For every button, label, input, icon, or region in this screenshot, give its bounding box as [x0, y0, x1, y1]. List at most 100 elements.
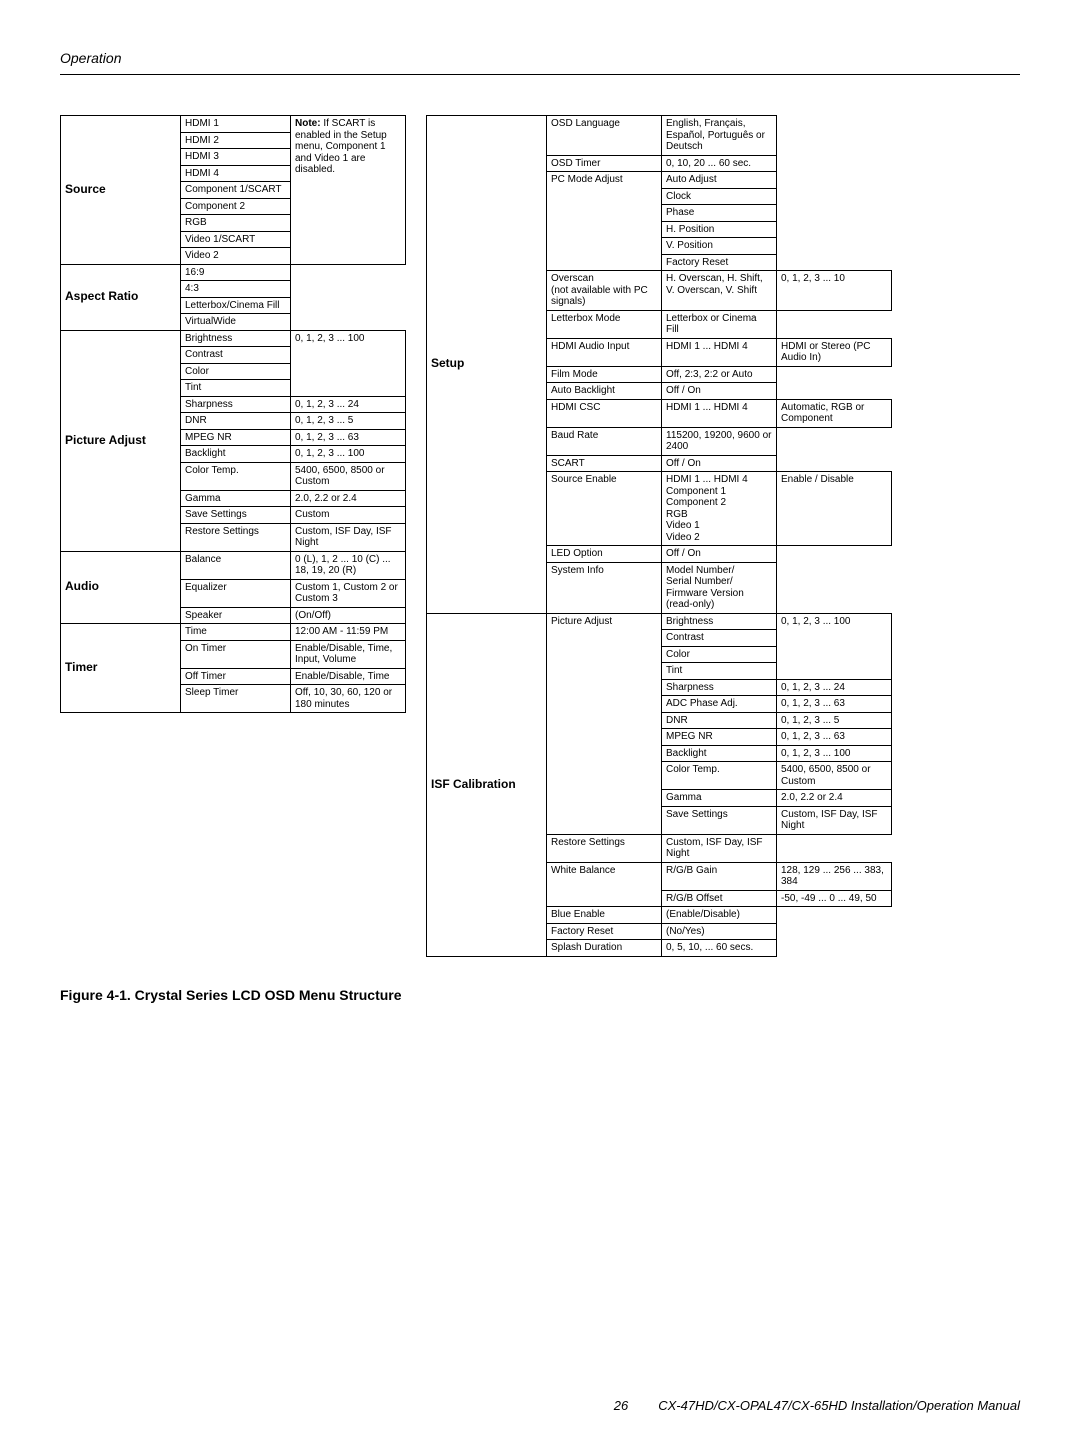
item-cell: Sharpness	[181, 396, 291, 413]
value-cell: Enable/Disable, Time, Input, Volume	[291, 640, 406, 668]
item-cell: Equalizer	[181, 579, 291, 607]
value-cell: (Enable/Disable)	[662, 907, 777, 924]
value-cell: Off, 10, 30, 60, 120 or 180 minutes	[291, 685, 406, 713]
table-row: TimerTime12:00 AM - 11:59 PM	[61, 624, 406, 641]
left-table: SourceHDMI 1Note: If SCART is enabled in…	[60, 115, 406, 713]
item-cell: Splash Duration	[547, 940, 662, 957]
value-cell: Off / On	[662, 455, 777, 472]
value-cell: Sharpness	[662, 679, 777, 696]
item-cell: HDMI 1	[181, 116, 291, 133]
value-cell: Brightness	[662, 613, 777, 630]
item-cell: Auto Backlight	[547, 383, 662, 400]
category-cell: Audio	[61, 551, 181, 624]
value-cell: Off / On	[662, 546, 777, 563]
value-cell: (On/Off)	[291, 607, 406, 624]
category-cell: ISF Calibration	[427, 613, 547, 956]
value2-cell: 5400, 6500, 8500 or Custom	[777, 762, 892, 790]
value-cell: Custom, ISF Day, ISF Night	[291, 523, 406, 551]
value-cell: HDMI 1 ... HDMI 4	[662, 338, 777, 366]
item-cell: Blue Enable	[547, 907, 662, 924]
value-cell: HDMI 1 ... HDMI 4Component 1Component 2R…	[662, 472, 777, 546]
value-cell: Phase	[662, 205, 777, 222]
value-cell: 2.0, 2.2 or 2.4	[291, 490, 406, 507]
value-cell: 0, 1, 2, 3 ... 100	[291, 330, 406, 396]
category-cell: Timer	[61, 624, 181, 713]
value-cell: H. Position	[662, 221, 777, 238]
value-cell: R/G/B Offset	[662, 890, 777, 907]
item-cell: Video 1/SCART	[181, 231, 291, 248]
item-cell: HDMI Audio Input	[547, 338, 662, 366]
page-number: 26	[614, 1398, 628, 1413]
item-cell: HDMI 3	[181, 149, 291, 166]
item-cell: Component 1/SCART	[181, 182, 291, 199]
item-cell: 4:3	[181, 281, 291, 298]
item-cell: OSD Timer	[547, 155, 662, 172]
value-cell: 0, 1, 2, 3 ... 63	[291, 429, 406, 446]
item-cell: VirtualWide	[181, 314, 291, 331]
manual-title: CX-47HD/CX-OPAL47/CX-65HD Installation/O…	[658, 1398, 1020, 1413]
value2-cell: Custom, ISF Day, ISF Night	[777, 806, 892, 834]
value-cell: Custom 1, Custom 2 or Custom 3	[291, 579, 406, 607]
value2-cell: HDMI or Stereo (PC Audio In)	[777, 338, 892, 366]
value-cell: Color	[662, 646, 777, 663]
item-cell: MPEG NR	[181, 429, 291, 446]
value2-cell: 0, 1, 2, 3 ... 5	[777, 712, 892, 729]
item-cell: Color	[181, 363, 291, 380]
item-cell: Time	[181, 624, 291, 641]
item-cell: Balance	[181, 551, 291, 579]
item-cell: SCART	[547, 455, 662, 472]
value-cell: 0, 5, 10, ... 60 secs.	[662, 940, 777, 957]
value2-cell: 0, 1, 2, 3 ... 100	[777, 613, 892, 679]
item-cell: Off Timer	[181, 668, 291, 685]
item-cell: DNR	[181, 413, 291, 430]
item-cell: Film Mode	[547, 366, 662, 383]
item-cell: 16:9	[181, 264, 291, 281]
value-cell: English, Français, Español, Português or…	[662, 116, 777, 156]
value-cell: 115200, 19200, 9600 or 2400	[662, 427, 777, 455]
value-cell: ADC Phase Adj.	[662, 696, 777, 713]
item-cell: White Balance	[547, 862, 662, 907]
value2-cell: 0, 1, 2, 3 ... 10	[777, 271, 892, 311]
value-cell: Factory Reset	[662, 254, 777, 271]
value-cell: V. Position	[662, 238, 777, 255]
value-cell: 0 (L), 1, 2 ... 10 (C) ... 18, 19, 20 (R…	[291, 551, 406, 579]
category-cell: Source	[61, 116, 181, 265]
item-cell: On Timer	[181, 640, 291, 668]
value-cell: Clock	[662, 188, 777, 205]
item-cell: PC Mode Adjust	[547, 172, 662, 271]
value2-cell: 0, 1, 2, 3 ... 63	[777, 729, 892, 746]
divider	[60, 74, 1020, 75]
item-cell: Source Enable	[547, 472, 662, 546]
item-cell: Contrast	[181, 347, 291, 364]
value2-cell: 2.0, 2.2 or 2.4	[777, 790, 892, 807]
value-cell: Color Temp.	[662, 762, 777, 790]
value-cell: Enable/Disable, Time	[291, 668, 406, 685]
value-cell: 0, 1, 2, 3 ... 100	[291, 446, 406, 463]
value2-cell: Automatic, RGB or Component	[777, 399, 892, 427]
item-cell: Overscan(not available with PC signals)	[547, 271, 662, 311]
item-cell: Baud Rate	[547, 427, 662, 455]
value-cell: MPEG NR	[662, 729, 777, 746]
value-cell: Backlight	[662, 745, 777, 762]
value-cell: (No/Yes)	[662, 923, 777, 940]
item-cell: Factory Reset	[547, 923, 662, 940]
table-row: Aspect Ratio16:9	[61, 264, 406, 281]
value-cell: Gamma	[662, 790, 777, 807]
value-cell: 0, 1, 2, 3 ... 5	[291, 413, 406, 430]
value-cell: Contrast	[662, 630, 777, 647]
item-cell: System Info	[547, 562, 662, 613]
section-header: Operation	[60, 50, 1020, 66]
category-cell: Setup	[427, 116, 547, 614]
value2-cell: Custom, ISF Day, ISF Night	[662, 834, 777, 862]
item-cell: HDMI CSC	[547, 399, 662, 427]
item-cell: HDMI 2	[181, 132, 291, 149]
right-table: SetupOSD LanguageEnglish, Français, Espa…	[426, 115, 892, 957]
item-cell: Component 2	[181, 198, 291, 215]
value-cell: Restore Settings	[547, 834, 662, 862]
item-cell: Sleep Timer	[181, 685, 291, 713]
value-cell: Auto Adjust	[662, 172, 777, 189]
footer: 26 CX-47HD/CX-OPAL47/CX-65HD Installatio…	[60, 1398, 1020, 1413]
value2-cell: Enable / Disable	[777, 472, 892, 546]
value-cell: 0, 10, 20 ... 60 sec.	[662, 155, 777, 172]
value-cell: 12:00 AM - 11:59 PM	[291, 624, 406, 641]
